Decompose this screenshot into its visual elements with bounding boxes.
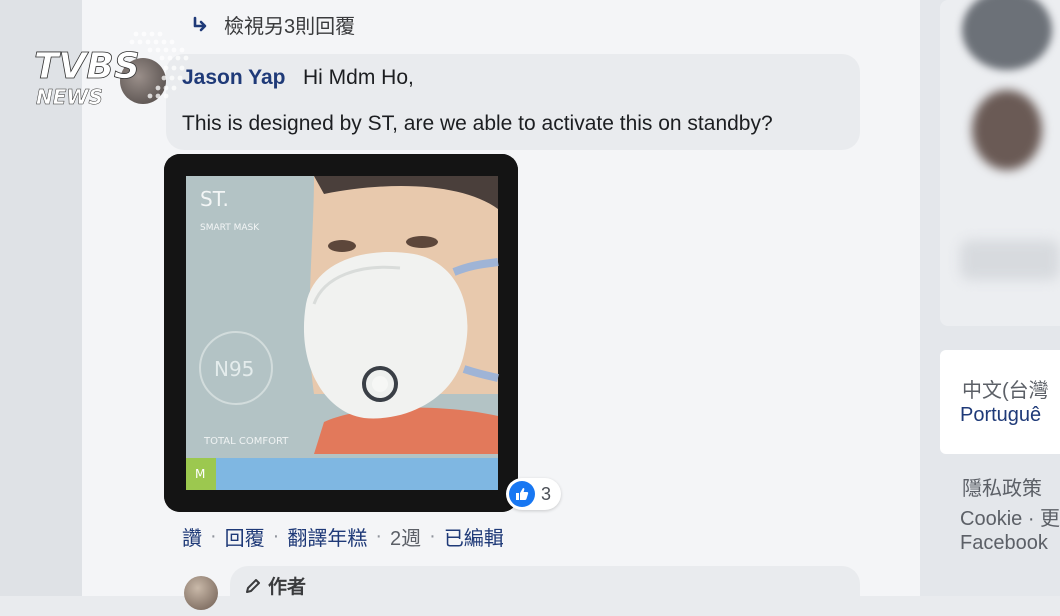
comment-text: This is designed by ST, are we able to a… [182, 112, 773, 135]
author-badge-label: 作者 [268, 577, 307, 598]
contact-avatar[interactable] [972, 90, 1042, 170]
logo-line1: TVBS [34, 46, 140, 87]
reply-bubble [230, 566, 860, 616]
edited-link[interactable]: 已編輯 [444, 522, 504, 551]
view-more-replies-label: 檢視另3則回覆 [224, 16, 356, 38]
view-more-replies-link[interactable]: 檢視另3則回覆 [190, 10, 355, 39]
size-label: M [195, 467, 205, 481]
box-tagline: TOTAL COMFORT [203, 436, 289, 447]
reply-link[interactable]: 回覆 [225, 522, 265, 551]
author-badge: 作者 [244, 572, 306, 599]
comment-actions: 讚 · 回覆 · 翻譯年糕 · 2週 · 已編輯 [182, 522, 504, 551]
box-brand: ST. [200, 187, 229, 211]
logo-line2: NEWS [36, 85, 103, 109]
language-option-portuguese[interactable]: Portuguê [960, 404, 1041, 427]
separator-dot: · [429, 525, 436, 547]
reply-author-avatar[interactable] [184, 576, 218, 610]
comment-author[interactable]: Jason Yap [182, 66, 286, 90]
comment-greeting: Hi Mdm Ho, [303, 66, 414, 89]
reply-arrow-icon [193, 16, 207, 31]
box-subtitle: SMART MASK [200, 223, 260, 233]
separator-dot: · [210, 525, 217, 547]
like-icon [509, 481, 535, 507]
cookie-link[interactable]: Cookie · 更 [960, 502, 1060, 531]
pencil-icon [246, 578, 260, 593]
comment-timestamp[interactable]: 2週 [390, 522, 421, 551]
reaction-count: 3 [541, 483, 552, 504]
separator-dot: · [272, 525, 280, 547]
comment-photo[interactable]: ST. SMART MASK N95 TOTAL COMFORT M [164, 154, 518, 512]
n95-badge: N95 [214, 357, 254, 381]
separator-dot: · [375, 525, 383, 547]
like-link[interactable]: 讚 [182, 522, 202, 551]
privacy-policy-link[interactable]: 隱私政策 [962, 472, 1042, 501]
current-language: 中文(台灣 [962, 380, 1049, 402]
reaction-summary[interactable]: 3 [506, 478, 562, 510]
tvbs-news-logo: TVBS NEWS [32, 28, 192, 112]
blurred-content [960, 240, 1060, 280]
translate-link[interactable]: 翻譯年糕 [287, 522, 367, 551]
facebook-footer-text: Facebook [960, 532, 1048, 554]
